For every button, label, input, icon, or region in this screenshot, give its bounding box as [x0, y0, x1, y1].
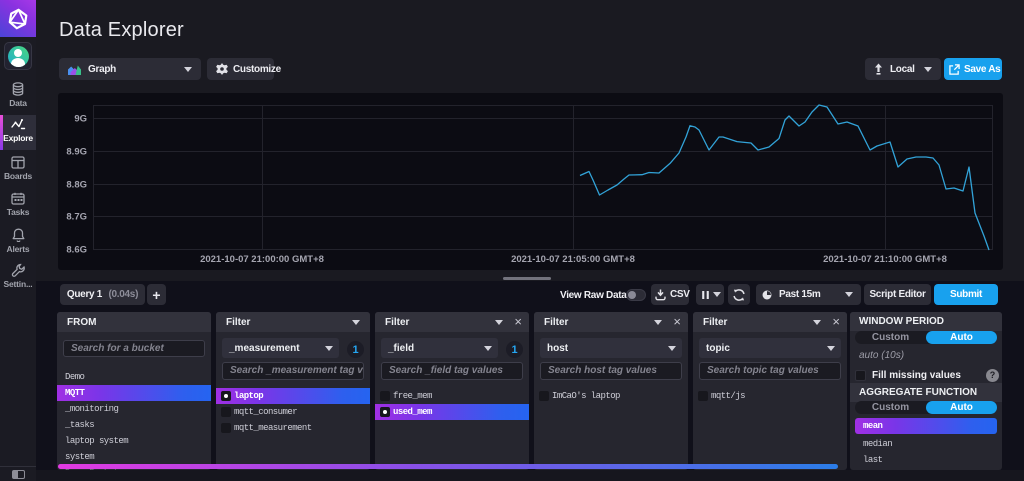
svg-text:2021-10-07 21:00:00 GMT+8: 2021-10-07 21:00:00 GMT+8 — [200, 254, 324, 265]
svg-text:8.7G: 8.7G — [66, 212, 87, 223]
svg-text:2021-10-07 21:05:00 GMT+8: 2021-10-07 21:05:00 GMT+8 — [511, 254, 635, 265]
svg-text:9G: 9G — [74, 114, 87, 125]
svg-text:2021-10-07 21:10:00 GMT+8: 2021-10-07 21:10:00 GMT+8 — [823, 254, 947, 265]
svg-text:8.6G: 8.6G — [66, 245, 87, 256]
svg-text:8.9G: 8.9G — [66, 147, 87, 158]
svg-text:8.8G: 8.8G — [66, 180, 87, 191]
